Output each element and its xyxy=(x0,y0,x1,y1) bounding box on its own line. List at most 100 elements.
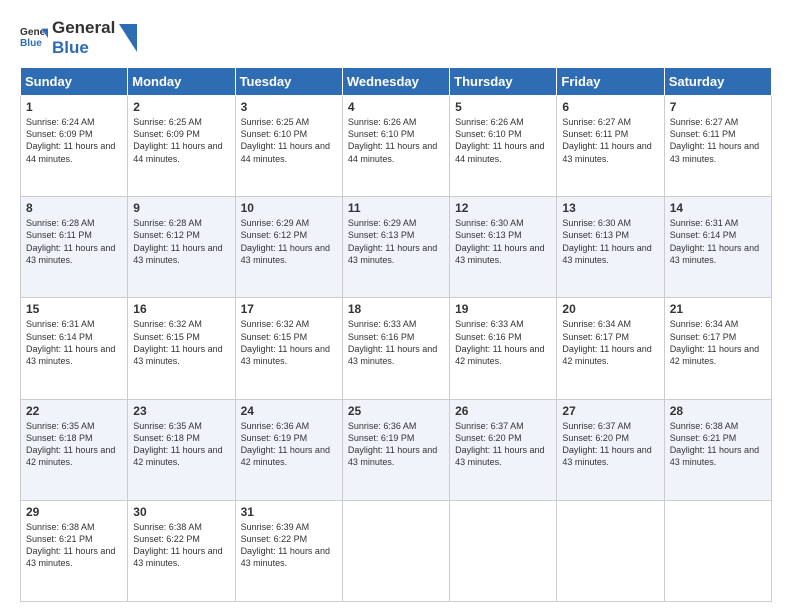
calendar-cell: 11 Sunrise: 6:29 AMSunset: 6:13 PMDaylig… xyxy=(342,197,449,298)
day-detail: Sunrise: 6:26 AMSunset: 6:10 PMDaylight:… xyxy=(455,117,544,163)
day-detail: Sunrise: 6:29 AMSunset: 6:12 PMDaylight:… xyxy=(241,218,330,264)
day-number: 13 xyxy=(562,201,658,215)
calendar-cell xyxy=(342,500,449,601)
day-detail: Sunrise: 6:33 AMSunset: 6:16 PMDaylight:… xyxy=(348,319,437,365)
day-number: 16 xyxy=(133,302,229,316)
calendar-cell: 13 Sunrise: 6:30 AMSunset: 6:13 PMDaylig… xyxy=(557,197,664,298)
calendar-cell: 17 Sunrise: 6:32 AMSunset: 6:15 PMDaylig… xyxy=(235,298,342,399)
day-detail: Sunrise: 6:25 AMSunset: 6:09 PMDaylight:… xyxy=(133,117,222,163)
logo-line2: Blue xyxy=(52,38,115,58)
day-number: 2 xyxy=(133,100,229,114)
day-detail: Sunrise: 6:35 AMSunset: 6:18 PMDaylight:… xyxy=(26,421,115,467)
svg-text:Blue: Blue xyxy=(20,37,42,48)
day-detail: Sunrise: 6:36 AMSunset: 6:19 PMDaylight:… xyxy=(241,421,330,467)
day-detail: Sunrise: 6:38 AMSunset: 6:22 PMDaylight:… xyxy=(133,522,222,568)
day-number: 17 xyxy=(241,302,337,316)
svg-text:General: General xyxy=(20,26,48,37)
day-detail: Sunrise: 6:31 AMSunset: 6:14 PMDaylight:… xyxy=(26,319,115,365)
day-number: 27 xyxy=(562,404,658,418)
logo: General Blue General Blue xyxy=(20,18,137,57)
calendar-cell: 12 Sunrise: 6:30 AMSunset: 6:13 PMDaylig… xyxy=(450,197,557,298)
calendar-cell: 24 Sunrise: 6:36 AMSunset: 6:19 PMDaylig… xyxy=(235,399,342,500)
calendar-table: SundayMondayTuesdayWednesdayThursdayFrid… xyxy=(20,67,772,602)
day-detail: Sunrise: 6:34 AMSunset: 6:17 PMDaylight:… xyxy=(562,319,651,365)
day-detail: Sunrise: 6:39 AMSunset: 6:22 PMDaylight:… xyxy=(241,522,330,568)
weekday-header: Sunday xyxy=(21,68,128,96)
day-detail: Sunrise: 6:26 AMSunset: 6:10 PMDaylight:… xyxy=(348,117,437,163)
calendar-cell xyxy=(557,500,664,601)
day-detail: Sunrise: 6:29 AMSunset: 6:13 PMDaylight:… xyxy=(348,218,437,264)
calendar-cell: 28 Sunrise: 6:38 AMSunset: 6:21 PMDaylig… xyxy=(664,399,771,500)
day-number: 7 xyxy=(670,100,766,114)
calendar-cell: 18 Sunrise: 6:33 AMSunset: 6:16 PMDaylig… xyxy=(342,298,449,399)
calendar-cell: 31 Sunrise: 6:39 AMSunset: 6:22 PMDaylig… xyxy=(235,500,342,601)
calendar-cell: 4 Sunrise: 6:26 AMSunset: 6:10 PMDayligh… xyxy=(342,96,449,197)
calendar-cell: 16 Sunrise: 6:32 AMSunset: 6:15 PMDaylig… xyxy=(128,298,235,399)
day-number: 15 xyxy=(26,302,122,316)
calendar-week-row: 15 Sunrise: 6:31 AMSunset: 6:14 PMDaylig… xyxy=(21,298,772,399)
top-section: General Blue General Blue xyxy=(20,18,772,57)
calendar-week-row: 22 Sunrise: 6:35 AMSunset: 6:18 PMDaylig… xyxy=(21,399,772,500)
day-number: 28 xyxy=(670,404,766,418)
calendar-cell: 20 Sunrise: 6:34 AMSunset: 6:17 PMDaylig… xyxy=(557,298,664,399)
day-number: 11 xyxy=(348,201,444,215)
day-number: 31 xyxy=(241,505,337,519)
day-detail: Sunrise: 6:31 AMSunset: 6:14 PMDaylight:… xyxy=(670,218,759,264)
day-number: 5 xyxy=(455,100,551,114)
calendar-cell: 1 Sunrise: 6:24 AMSunset: 6:09 PMDayligh… xyxy=(21,96,128,197)
calendar-cell: 23 Sunrise: 6:35 AMSunset: 6:18 PMDaylig… xyxy=(128,399,235,500)
calendar-week-row: 29 Sunrise: 6:38 AMSunset: 6:21 PMDaylig… xyxy=(21,500,772,601)
day-number: 12 xyxy=(455,201,551,215)
calendar-cell: 27 Sunrise: 6:37 AMSunset: 6:20 PMDaylig… xyxy=(557,399,664,500)
logo-line1: General xyxy=(52,18,115,38)
day-detail: Sunrise: 6:30 AMSunset: 6:13 PMDaylight:… xyxy=(455,218,544,264)
weekday-header: Friday xyxy=(557,68,664,96)
day-detail: Sunrise: 6:32 AMSunset: 6:15 PMDaylight:… xyxy=(133,319,222,365)
day-detail: Sunrise: 6:38 AMSunset: 6:21 PMDaylight:… xyxy=(670,421,759,467)
calendar-cell: 26 Sunrise: 6:37 AMSunset: 6:20 PMDaylig… xyxy=(450,399,557,500)
calendar-cell: 9 Sunrise: 6:28 AMSunset: 6:12 PMDayligh… xyxy=(128,197,235,298)
day-number: 9 xyxy=(133,201,229,215)
day-detail: Sunrise: 6:32 AMSunset: 6:15 PMDaylight:… xyxy=(241,319,330,365)
day-detail: Sunrise: 6:30 AMSunset: 6:13 PMDaylight:… xyxy=(562,218,651,264)
day-detail: Sunrise: 6:34 AMSunset: 6:17 PMDaylight:… xyxy=(670,319,759,365)
day-number: 4 xyxy=(348,100,444,114)
day-detail: Sunrise: 6:35 AMSunset: 6:18 PMDaylight:… xyxy=(133,421,222,467)
day-detail: Sunrise: 6:37 AMSunset: 6:20 PMDaylight:… xyxy=(562,421,651,467)
logo-icon: General Blue xyxy=(20,24,48,52)
calendar-header-row: SundayMondayTuesdayWednesdayThursdayFrid… xyxy=(21,68,772,96)
day-detail: Sunrise: 6:25 AMSunset: 6:10 PMDaylight:… xyxy=(241,117,330,163)
calendar-cell: 25 Sunrise: 6:36 AMSunset: 6:19 PMDaylig… xyxy=(342,399,449,500)
day-detail: Sunrise: 6:36 AMSunset: 6:19 PMDaylight:… xyxy=(348,421,437,467)
day-number: 8 xyxy=(26,201,122,215)
calendar-cell: 10 Sunrise: 6:29 AMSunset: 6:12 PMDaylig… xyxy=(235,197,342,298)
day-number: 10 xyxy=(241,201,337,215)
day-number: 14 xyxy=(670,201,766,215)
day-detail: Sunrise: 6:38 AMSunset: 6:21 PMDaylight:… xyxy=(26,522,115,568)
day-detail: Sunrise: 6:28 AMSunset: 6:11 PMDaylight:… xyxy=(26,218,115,264)
day-number: 25 xyxy=(348,404,444,418)
weekday-header: Monday xyxy=(128,68,235,96)
calendar-cell xyxy=(450,500,557,601)
day-detail: Sunrise: 6:28 AMSunset: 6:12 PMDaylight:… xyxy=(133,218,222,264)
weekday-header: Tuesday xyxy=(235,68,342,96)
logo-arrow-icon xyxy=(119,24,137,52)
day-detail: Sunrise: 6:27 AMSunset: 6:11 PMDaylight:… xyxy=(562,117,651,163)
calendar-cell: 2 Sunrise: 6:25 AMSunset: 6:09 PMDayligh… xyxy=(128,96,235,197)
calendar-cell: 29 Sunrise: 6:38 AMSunset: 6:21 PMDaylig… xyxy=(21,500,128,601)
calendar-cell: 8 Sunrise: 6:28 AMSunset: 6:11 PMDayligh… xyxy=(21,197,128,298)
page: General Blue General Blue SundayMondayTu… xyxy=(0,0,792,612)
day-number: 29 xyxy=(26,505,122,519)
weekday-header: Thursday xyxy=(450,68,557,96)
weekday-header: Wednesday xyxy=(342,68,449,96)
day-number: 19 xyxy=(455,302,551,316)
day-number: 21 xyxy=(670,302,766,316)
calendar-cell: 15 Sunrise: 6:31 AMSunset: 6:14 PMDaylig… xyxy=(21,298,128,399)
calendar-cell: 19 Sunrise: 6:33 AMSunset: 6:16 PMDaylig… xyxy=(450,298,557,399)
day-number: 23 xyxy=(133,404,229,418)
calendar-cell: 7 Sunrise: 6:27 AMSunset: 6:11 PMDayligh… xyxy=(664,96,771,197)
calendar-cell: 14 Sunrise: 6:31 AMSunset: 6:14 PMDaylig… xyxy=(664,197,771,298)
day-number: 6 xyxy=(562,100,658,114)
calendar-cell xyxy=(664,500,771,601)
calendar-cell: 6 Sunrise: 6:27 AMSunset: 6:11 PMDayligh… xyxy=(557,96,664,197)
